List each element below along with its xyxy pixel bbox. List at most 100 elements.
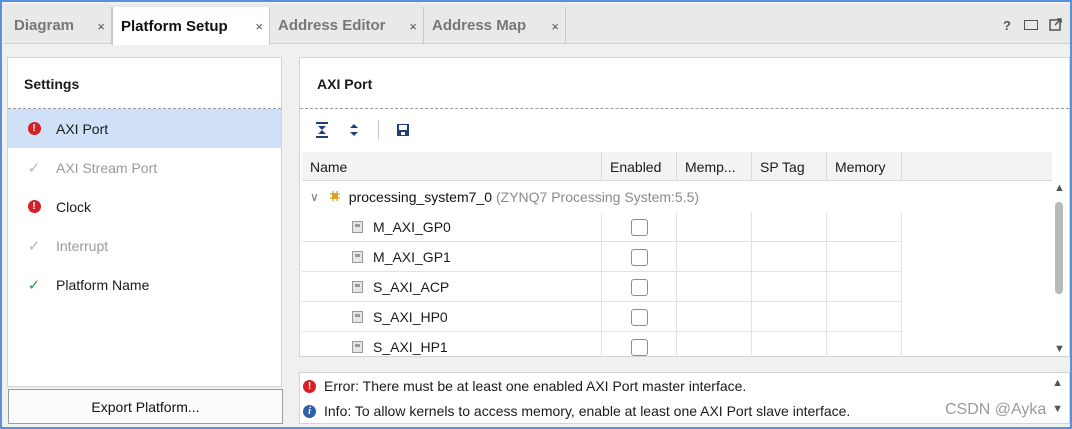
info-icon: i xyxy=(303,404,316,418)
tab-label: Address Map xyxy=(432,17,527,34)
sp-tag-cell[interactable] xyxy=(752,272,827,302)
enabled-checkbox[interactable] xyxy=(630,278,648,296)
scrollbar-thumb[interactable] xyxy=(1055,202,1063,294)
table-row[interactable]: S_AXI_HP0 xyxy=(302,302,902,332)
port-icon xyxy=(352,281,363,293)
vertical-scrollbar[interactable]: ▲ ▼ xyxy=(1052,182,1068,357)
export-platform-button[interactable]: Export Platform... xyxy=(8,389,283,424)
settings-item-interrupt[interactable]: ✓ Interrupt xyxy=(8,226,281,265)
column-header-memport[interactable]: Memp... xyxy=(677,152,752,181)
message-text: Info: To allow kernels to access memory,… xyxy=(324,403,851,419)
close-icon[interactable]: × xyxy=(409,19,417,34)
float-icon[interactable] xyxy=(1048,18,1062,34)
sp-tag-cell[interactable] xyxy=(752,212,827,242)
table-row-parent[interactable]: ∨ processing_system7_0 (ZYNQ7 Processing… xyxy=(302,182,902,212)
memory-cell[interactable] xyxy=(827,272,902,302)
check-icon: ✓ xyxy=(27,159,41,177)
scroll-down-icon[interactable]: ▼ xyxy=(1052,403,1063,415)
sp-tag-cell[interactable] xyxy=(752,242,827,272)
memport-cell[interactable] xyxy=(677,272,752,302)
check-icon: ✓ xyxy=(27,237,41,255)
settings-item-axi-stream-port[interactable]: ✓ AXI Stream Port xyxy=(8,148,281,187)
sp-tag-cell[interactable] xyxy=(752,302,827,332)
tab-label: Platform Setup xyxy=(121,17,228,35)
axi-port-table: Name Enabled Memp... SP Tag Memory ∨ pro… xyxy=(302,152,1052,357)
enabled-checkbox[interactable] xyxy=(630,338,648,356)
memport-cell[interactable] xyxy=(677,242,752,272)
close-icon[interactable]: × xyxy=(255,19,263,34)
tab-platform-setup[interactable]: Platform Setup × xyxy=(112,7,270,45)
scroll-up-icon[interactable]: ▲ xyxy=(1052,377,1063,389)
column-header-memory[interactable]: Memory xyxy=(827,152,902,181)
toolbar xyxy=(312,118,413,142)
port-name: S_AXI_HP0 xyxy=(373,309,448,325)
tab-label: Diagram xyxy=(14,17,75,34)
collapse-all-icon[interactable] xyxy=(312,120,332,140)
window-controls: ? xyxy=(1000,18,1062,34)
watermark: CSDN @Ayka xyxy=(945,401,1047,418)
help-icon[interactable]: ? xyxy=(1000,18,1014,34)
memport-cell[interactable] xyxy=(677,332,752,357)
port-name: S_AXI_HP1 xyxy=(373,339,448,355)
table-row[interactable]: M_AXI_GP1 xyxy=(302,242,902,272)
chevron-down-icon[interactable]: ∨ xyxy=(310,190,319,204)
settings-item-clock[interactable]: ! Clock xyxy=(8,187,281,226)
close-icon[interactable]: × xyxy=(551,19,559,34)
settings-item-label: AXI Stream Port xyxy=(56,159,158,176)
name-cell: M_AXI_GP1 xyxy=(302,242,602,272)
scroll-up-icon[interactable]: ▲ xyxy=(1054,182,1065,194)
settings-item-label: AXI Port xyxy=(56,120,109,137)
memory-cell[interactable] xyxy=(827,242,902,272)
error-icon: ! xyxy=(303,379,316,393)
axi-port-panel: AXI Port Name Enabled Memp... SP Tag Mem… xyxy=(299,57,1070,357)
memory-cell[interactable] xyxy=(827,302,902,332)
error-message: ! Error: There must be at least one enab… xyxy=(303,375,746,397)
table-row[interactable]: S_AXI_HP1 xyxy=(302,332,902,357)
sp-tag-cell[interactable] xyxy=(752,332,827,357)
axi-port-title: AXI Port xyxy=(317,76,373,92)
error-icon: ! xyxy=(26,121,42,137)
tab-bar: Diagram × Platform Setup × Address Edito… xyxy=(4,4,1070,45)
tab-diagram[interactable]: Diagram × xyxy=(6,7,112,44)
divider xyxy=(300,108,1069,109)
memory-cell[interactable] xyxy=(827,332,902,357)
tab-label: Address Editor xyxy=(278,17,386,34)
settings-panel: Settings ! AXI Port ✓ AXI Stream Port ! … xyxy=(7,57,282,387)
tab-address-map[interactable]: Address Map × xyxy=(424,7,566,44)
memport-cell[interactable] xyxy=(677,212,752,242)
toolbar-separator xyxy=(378,120,379,140)
port-icon xyxy=(352,311,363,323)
enabled-checkbox[interactable] xyxy=(630,248,648,266)
tab-address-editor[interactable]: Address Editor × xyxy=(270,7,424,44)
enabled-checkbox[interactable] xyxy=(630,218,648,236)
name-cell: S_AXI_HP0 xyxy=(302,302,602,332)
save-icon[interactable] xyxy=(393,120,413,140)
port-name: M_AXI_GP0 xyxy=(373,219,451,235)
settings-title: Settings xyxy=(24,76,80,92)
enabled-cell xyxy=(602,302,677,332)
maximize-icon[interactable] xyxy=(1024,18,1038,34)
error-icon: ! xyxy=(26,199,42,215)
name-cell: M_AXI_GP0 xyxy=(302,212,602,242)
column-header-sp-tag[interactable]: SP Tag xyxy=(752,152,827,181)
enabled-cell xyxy=(602,212,677,242)
table-row[interactable]: S_AXI_ACP xyxy=(302,272,902,302)
expand-all-icon[interactable] xyxy=(344,120,364,140)
memory-cell[interactable] xyxy=(827,212,902,242)
column-header-name[interactable]: Name xyxy=(302,152,602,181)
table-row[interactable]: M_AXI_GP0 xyxy=(302,212,902,242)
settings-item-platform-name[interactable]: ✓ Platform Name xyxy=(8,265,281,304)
port-name: S_AXI_ACP xyxy=(373,279,450,295)
check-icon: ✓ xyxy=(27,276,41,294)
port-name: M_AXI_GP1 xyxy=(373,249,451,265)
enabled-checkbox[interactable] xyxy=(630,308,648,326)
memport-cell[interactable] xyxy=(677,302,752,332)
settings-item-label: Clock xyxy=(56,198,92,215)
ip-block-icon xyxy=(329,189,349,205)
settings-item-axi-port[interactable]: ! AXI Port xyxy=(8,109,281,148)
column-header-enabled[interactable]: Enabled xyxy=(602,152,677,181)
close-icon[interactable]: × xyxy=(97,19,105,34)
scroll-down-icon[interactable]: ▼ xyxy=(1054,343,1065,355)
enabled-cell xyxy=(602,272,677,302)
ip-name: processing_system7_0 xyxy=(348,189,492,205)
